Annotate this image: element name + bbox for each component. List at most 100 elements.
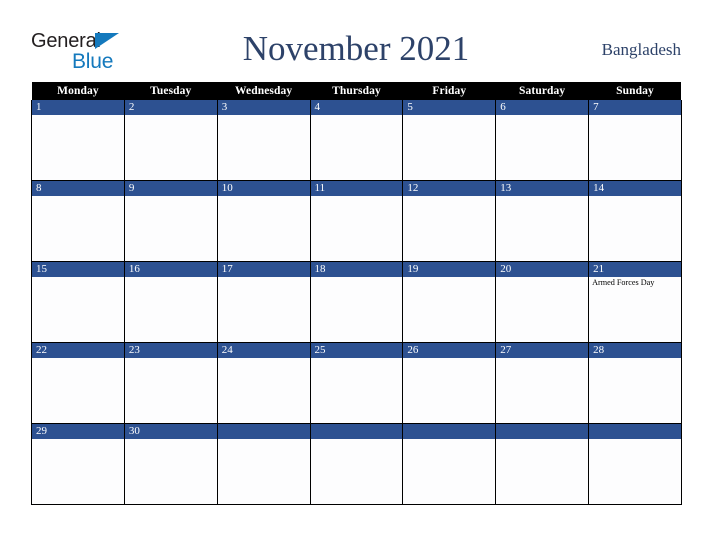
calendar-day-cell[interactable]: 10 — [216, 180, 311, 262]
day-number: 25 — [310, 343, 403, 358]
calendar-day-cell[interactable]: 25 — [309, 342, 404, 424]
day-number: 5 — [403, 100, 496, 115]
day-cell-inner: 29 — [32, 424, 124, 504]
day-number — [403, 424, 496, 439]
day-number: 1 — [32, 100, 124, 115]
day-cell-inner: 24 — [217, 343, 310, 423]
weekday-header-friday: Friday — [402, 82, 496, 100]
day-number: 3 — [217, 100, 310, 115]
day-events — [311, 115, 403, 116]
day-cell-inner: 18 — [310, 262, 403, 342]
calendar-day-cell[interactable]: 28 — [588, 342, 682, 424]
page-title: November 2021 — [242, 29, 470, 68]
calendar-day-cell[interactable]: 7 — [588, 100, 682, 181]
day-cell-inner: 10 — [217, 181, 310, 261]
day-number: 19 — [403, 262, 496, 277]
calendar-week-row: 1234567 — [31, 100, 682, 181]
calendar-day-cell[interactable] — [309, 423, 404, 505]
calendar-day-cell[interactable]: 1 — [31, 100, 125, 181]
calendar-day-cell[interactable]: 18 — [309, 261, 404, 343]
day-number: 10 — [217, 181, 310, 196]
day-cell-inner: 11 — [310, 181, 403, 261]
day-events — [32, 439, 124, 440]
day-number: 6 — [496, 100, 589, 115]
calendar-day-cell[interactable] — [495, 423, 590, 505]
day-cell-inner: 19 — [403, 262, 496, 342]
calendar-day-cell[interactable]: 5 — [402, 100, 497, 181]
day-cell-inner: 17 — [217, 262, 310, 342]
weekday-header-row: Monday Tuesday Wednesday Thursday Friday… — [31, 82, 682, 100]
calendar-day-cell[interactable] — [588, 423, 682, 505]
day-events — [218, 277, 310, 278]
day-cell-inner — [217, 424, 310, 504]
day-events — [311, 196, 403, 197]
day-number: 26 — [403, 343, 496, 358]
day-events — [496, 277, 588, 278]
day-number: 4 — [310, 100, 403, 115]
calendar-day-cell[interactable]: 24 — [216, 342, 311, 424]
day-number: 29 — [32, 424, 124, 439]
calendar-day-cell[interactable]: 21 Armed Forces Day — [588, 261, 682, 343]
calendar-day-cell[interactable]: 16 — [123, 261, 218, 343]
calendar-day-cell[interactable] — [402, 423, 497, 505]
weekday-header-sunday: Sunday — [588, 82, 682, 100]
day-events — [496, 358, 588, 359]
calendar-day-cell[interactable]: 27 — [495, 342, 590, 424]
day-number — [589, 424, 681, 439]
calendar-page: General Blue November 2021 Bangladesh Mo… — [0, 0, 712, 550]
day-cell-inner: 23 — [124, 343, 217, 423]
weekday-header-monday: Monday — [31, 82, 125, 100]
day-cell-inner: 27 — [496, 343, 589, 423]
calendar-day-cell[interactable]: 23 — [123, 342, 218, 424]
calendar-day-cell[interactable]: 12 — [402, 180, 497, 262]
day-events — [218, 115, 310, 116]
calendar-day-cell[interactable]: 30 — [123, 423, 218, 505]
day-events — [125, 115, 217, 116]
day-number: 18 — [310, 262, 403, 277]
weekday-header-wednesday: Wednesday — [217, 82, 311, 100]
day-events — [589, 196, 681, 197]
day-events — [218, 196, 310, 197]
calendar-day-cell[interactable]: 26 — [402, 342, 497, 424]
calendar-day-cell[interactable]: 2 — [123, 100, 218, 181]
calendar-day-cell[interactable]: 4 — [309, 100, 404, 181]
calendar-day-cell[interactable]: 20 — [495, 261, 590, 343]
day-number: 20 — [496, 262, 589, 277]
day-cell-inner: 28 — [589, 343, 681, 423]
calendar-day-cell[interactable]: 13 — [495, 180, 590, 262]
calendar-body: 1 2 3 4 5 6 7 8 9 10 11 12 13 14 15 16 17 18 19 20 21 Armed F… — [31, 100, 682, 505]
calendar-day-cell[interactable]: 8 — [31, 180, 125, 262]
calendar-day-cell[interactable]: 14 — [588, 180, 682, 262]
day-number: 15 — [32, 262, 124, 277]
day-events — [496, 439, 588, 440]
day-cell-inner: 8 — [32, 181, 124, 261]
day-cell-inner — [496, 424, 589, 504]
calendar-day-cell[interactable]: 6 — [495, 100, 590, 181]
day-events — [311, 277, 403, 278]
day-events — [403, 196, 495, 197]
day-events — [589, 358, 681, 359]
weekday-header-thursday: Thursday — [310, 82, 403, 100]
calendar-day-cell[interactable] — [216, 423, 311, 505]
day-events — [311, 358, 403, 359]
day-cell-inner — [403, 424, 496, 504]
day-number: 21 — [589, 262, 681, 277]
day-events — [32, 358, 124, 359]
calendar-day-cell[interactable]: 19 — [402, 261, 497, 343]
calendar-grid: Monday Tuesday Wednesday Thursday Friday… — [31, 82, 682, 505]
calendar-day-cell[interactable]: 3 — [216, 100, 311, 181]
day-cell-inner: 1 — [32, 100, 124, 180]
day-cell-inner: 6 — [496, 100, 589, 180]
day-events — [496, 196, 588, 197]
day-number: 9 — [124, 181, 217, 196]
calendar-day-cell[interactable]: 17 — [216, 261, 311, 343]
calendar-day-cell[interactable]: 11 — [309, 180, 404, 262]
calendar-day-cell[interactable]: 29 — [31, 423, 125, 505]
day-events — [589, 115, 681, 116]
day-cell-inner: 5 — [403, 100, 496, 180]
calendar-day-cell[interactable]: 22 — [31, 342, 125, 424]
calendar-day-cell[interactable]: 15 — [31, 261, 125, 343]
day-events — [32, 277, 124, 278]
day-cell-inner: 15 — [32, 262, 124, 342]
calendar-day-cell[interactable]: 9 — [123, 180, 218, 262]
